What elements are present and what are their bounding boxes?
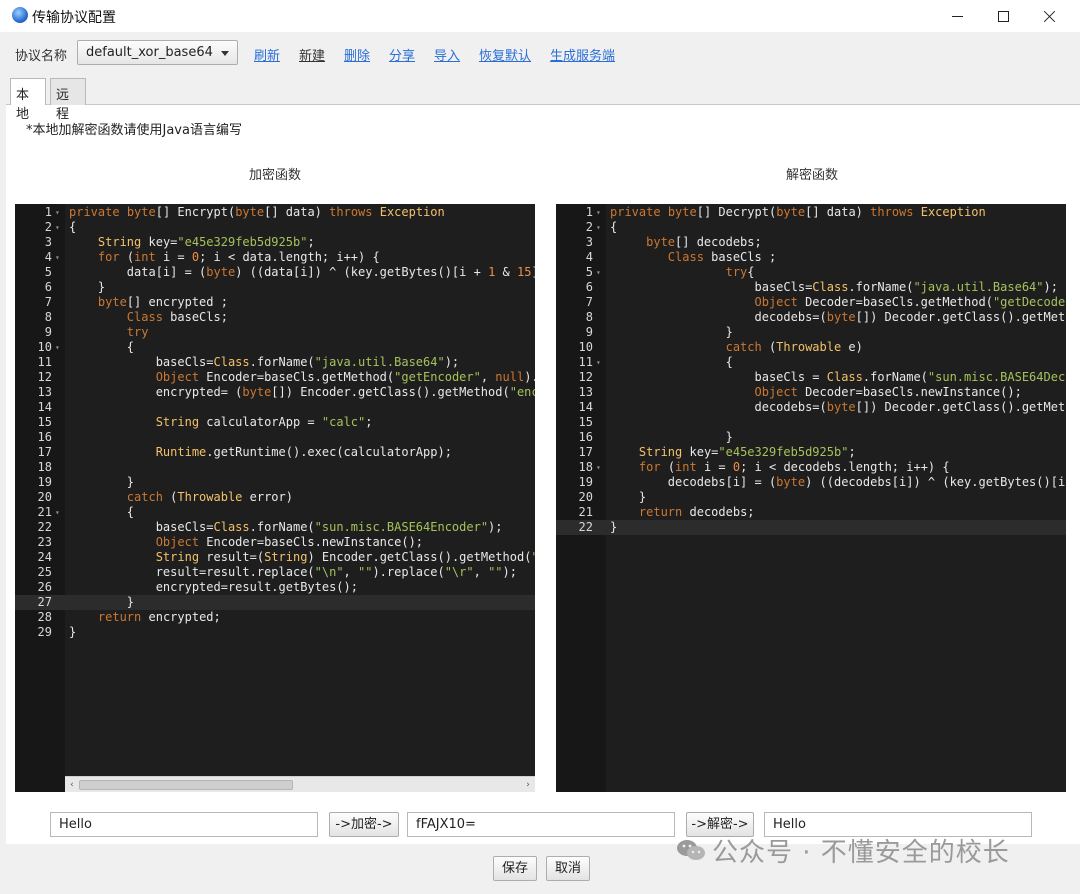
code-line: 24 String result=(String) Encoder.getCla…	[37, 550, 535, 564]
code-line: 10 ▾ {	[37, 340, 135, 354]
code-line: 4 ▾ for (int i = 0; i < data.length; i++)…	[44, 250, 380, 264]
save-button[interactable]: 保存	[493, 856, 537, 881]
new-link[interactable]: 新建	[299, 45, 325, 64]
minimize-icon	[951, 15, 963, 17]
minimize-button[interactable]	[934, 0, 980, 32]
toolbar: 协议名称 default_xor_base64 刷新 新建 删除 分享 导入 恢…	[0, 32, 1080, 74]
code-line: 3 byte[] decodebs;	[585, 235, 762, 249]
scroll-left-icon[interactable]: ‹	[67, 779, 77, 791]
code-line: 22 baseCls=Class.forName("sun.misc.BASE6…	[37, 520, 503, 534]
code-line: 4 Class baseCls ;	[585, 250, 777, 264]
code-line: 22}	[556, 520, 1066, 535]
encrypt-title: 加密函数	[249, 168, 302, 183]
code-line: 6 }	[44, 280, 106, 294]
code-line: 16 }	[578, 430, 733, 444]
code-line: 15	[578, 415, 593, 429]
code-line: 16	[37, 430, 52, 444]
code-line: 5 ▾ try{	[585, 265, 755, 279]
code-line: 27 }	[15, 595, 535, 610]
code-line: 6 baseCls=Class.forName("java.util.Base6…	[585, 280, 1058, 294]
window-title: 传输协议配置	[32, 10, 116, 26]
code-line: 12 baseCls = Class.forName("sun.misc.BAS…	[578, 370, 1066, 384]
code-line: 1 ▾ private byte[] Decrypt(byte[] data) th…	[585, 205, 986, 219]
plaintext-input[interactable]: Hello	[50, 812, 318, 837]
code-line: 26 encrypted=result.getBytes();	[37, 580, 358, 594]
encrypt-code-editor[interactable]: 1 ▾ private byte[] Encrypt(byte[] data) th…	[15, 204, 535, 792]
code-line: 13 Object Decoder=baseCls.newInstance();	[578, 385, 1022, 399]
protocol-select[interactable]: default_xor_base64	[77, 40, 238, 65]
close-button[interactable]	[1026, 0, 1072, 32]
code-line: 1 ▾ private byte[] Encrypt(byte[] data) th…	[44, 205, 445, 219]
code-line: 17 String key="e45e329feb5d925b";	[578, 445, 856, 459]
restore-default-link[interactable]: 恢复默认	[479, 45, 531, 64]
scrollbar-thumb[interactable]	[79, 780, 293, 790]
maximize-button[interactable]	[980, 0, 1026, 32]
java-note: *本地加解密函数请使用Java语言编写	[26, 123, 242, 138]
code-line: 2 ▾{	[585, 220, 618, 234]
code-line: 20 catch (Throwable error)	[37, 490, 293, 504]
code-line: 3 String key="e45e329feb5d925b";	[44, 235, 315, 249]
code-line: 10 catch (Throwable e)	[578, 340, 863, 354]
decrypt-title: 解密函数	[786, 168, 839, 183]
code-line: 20 }	[578, 490, 647, 504]
decrypt-code-editor[interactable]: 1 ▾ private byte[] Decrypt(byte[] data) th…	[556, 204, 1066, 792]
encrypt-horizontal-scrollbar[interactable]: ‹ ›	[65, 776, 535, 792]
code-line: 18	[37, 460, 52, 474]
scroll-right-icon[interactable]: ›	[523, 779, 533, 791]
encrypt-button[interactable]: ->加密->	[329, 812, 399, 837]
code-line: 9 }	[585, 325, 733, 339]
code-line: 29}	[37, 625, 77, 639]
maximize-icon	[997, 10, 1009, 22]
refresh-link[interactable]: 刷新	[254, 45, 280, 64]
cancel-button[interactable]: 取消	[546, 856, 590, 881]
code-line: 23 Object Encoder=baseCls.newInstance();	[37, 535, 424, 549]
code-line: 18 ▾ for (int i = 0; i < decodebs.length;…	[578, 460, 950, 474]
protocol-config-window: 传输协议配置 协议名称 default_xor_base64 刷新 新建 删除 …	[0, 0, 1080, 894]
protocol-select-value: default_xor_base64	[86, 45, 213, 60]
close-icon	[1043, 10, 1056, 23]
code-line: 11 ▾ {	[578, 355, 733, 369]
code-line: 14	[37, 400, 52, 414]
app-logo-icon	[12, 7, 28, 23]
generate-server-link[interactable]: 生成服务端	[550, 45, 615, 64]
code-line: 14 decodebs=(byte[]) Decoder.getClass().…	[578, 400, 1066, 414]
code-line: 8 decodebs=(byte[]) Decoder.getClass().g…	[585, 310, 1066, 324]
code-line: 9 try	[44, 325, 149, 339]
protocol-name-label: 协议名称	[15, 49, 68, 64]
code-line: 2 ▾{	[44, 220, 77, 234]
code-line: 7 Object Decoder=baseCls.getMethod("getD…	[585, 295, 1066, 309]
title-bar: 传输协议配置	[0, 0, 1080, 32]
code-line: 21 ▾ {	[37, 505, 135, 519]
delete-link[interactable]: 删除	[344, 45, 370, 64]
code-line: 19 }	[37, 475, 135, 489]
tab-local[interactable]: 本地	[10, 78, 46, 122]
code-line: 12 Object Encoder=baseCls.getMethod("get…	[37, 370, 535, 384]
ciphertext-field[interactable]: fFAJX10=	[407, 812, 675, 837]
code-line: 21 return decodebs;	[578, 505, 755, 519]
code-line: 28 return encrypted;	[37, 610, 221, 624]
share-link[interactable]: 分享	[389, 45, 415, 64]
code-line: 17 Runtime.getRuntime().exec(calculatorA…	[37, 445, 452, 459]
code-line: 7 byte[] encrypted ;	[44, 295, 228, 309]
code-line: 25 result=result.replace("\n", "").repla…	[37, 565, 517, 579]
code-line: 8 Class baseCls;	[44, 310, 228, 324]
chevron-down-icon	[221, 51, 229, 56]
code-line: 5 data[i] = (byte) ((data[i]) ^ (key.get…	[44, 265, 535, 279]
watermark-text: 公众号 · 不懂安全的校长	[712, 838, 1010, 868]
code-line: 19 decodebs[i] = (byte) ((decodebs[i]) ^…	[578, 475, 1066, 489]
code-line: 11 baseCls=Class.forName("java.util.Base…	[37, 355, 460, 369]
import-link[interactable]: 导入	[434, 45, 460, 64]
code-line: 13 encrypted= (byte[]) Encoder.getClass(…	[37, 385, 535, 399]
code-line: 15 String calculatorApp = "calc";	[37, 415, 373, 429]
wechat-icon	[677, 840, 705, 860]
tab-remote[interactable]: 远程	[50, 78, 86, 122]
